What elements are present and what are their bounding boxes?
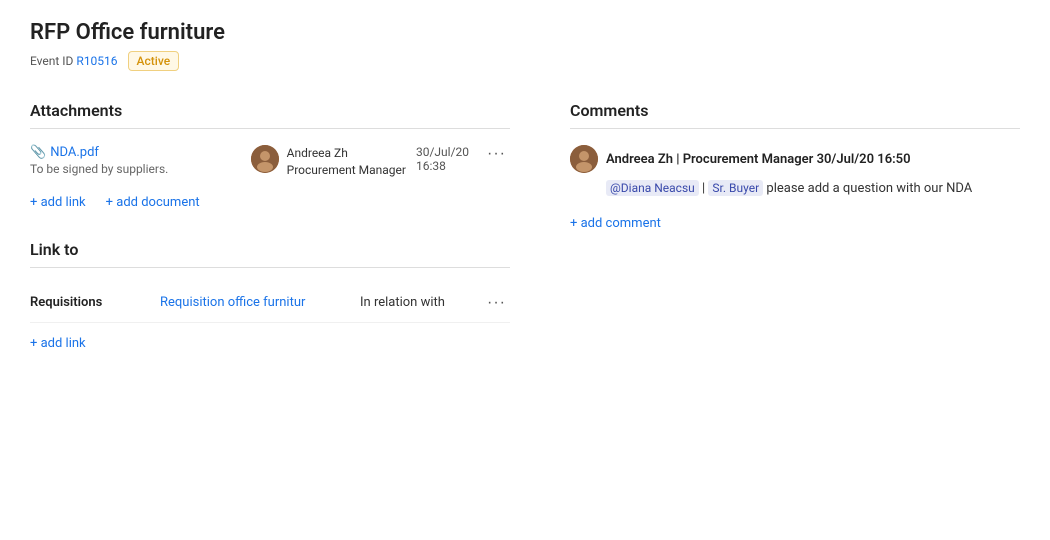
attachment-actions: + add link + add document: [30, 195, 510, 210]
link-menu-button[interactable]: ···: [483, 294, 510, 312]
user-name-role: Andreea Zh Procurement Manager: [287, 145, 406, 179]
add-document-button[interactable]: + add document: [106, 195, 200, 210]
link-type: Requisitions: [30, 295, 160, 310]
comment-avatar: [570, 145, 598, 173]
avatar: [251, 145, 279, 173]
link-to-title: Link to: [30, 240, 510, 268]
event-id-row: Event ID R10516 Active: [30, 51, 1020, 71]
add-comment-container: + add comment: [570, 215, 1020, 231]
link-relation: In relation with: [360, 295, 480, 310]
add-link-button[interactable]: + add link: [30, 195, 86, 210]
attachment-description: To be signed by suppliers.: [30, 162, 241, 176]
mention-role: Sr. Buyer: [708, 180, 763, 196]
comment-item: Andreea Zh | Procurement Manager 30/Jul/…: [570, 145, 1020, 199]
link-name[interactable]: Requisition office furnitur: [160, 295, 360, 310]
status-badge: Active: [128, 51, 180, 71]
event-id-label: Event ID R10516: [30, 54, 118, 68]
add-link-to-button[interactable]: + add link: [30, 336, 86, 351]
attachment-date: 30/Jul/20 16:38: [416, 145, 469, 173]
comment-header: Andreea Zh | Procurement Manager 30/Jul/…: [570, 145, 1020, 173]
mention-diana: @Diana Neacsu: [606, 180, 699, 196]
attachments-title: Attachments: [30, 101, 510, 129]
link-table-row: Requisitions Requisition office furnitur…: [30, 284, 510, 323]
page-title: RFP Office furniture: [30, 20, 1020, 45]
comments-title: Comments: [570, 101, 1020, 129]
add-comment-button[interactable]: + add comment: [570, 216, 661, 231]
comments-section: Comments Andreea Zh | Procurement Manage…: [570, 101, 1020, 231]
attachment-info: 📎 NDA.pdf To be signed by suppliers.: [30, 145, 241, 176]
link-to-section: Link to Requisitions Requisition office …: [30, 240, 510, 351]
paperclip-icon: 📎: [30, 145, 46, 160]
comment-author-date: Andreea Zh | Procurement Manager 30/Jul/…: [606, 152, 911, 167]
attachment-link[interactable]: 📎 NDA.pdf: [30, 145, 241, 160]
page-header: RFP Office furniture Event ID R10516 Act…: [30, 20, 1020, 71]
attachments-section: Attachments 📎 NDA.pdf To be signed by su…: [30, 101, 510, 210]
attachment-menu-button[interactable]: ···: [483, 145, 510, 163]
comment-body: @Diana Neacsu | Sr. Buyer please add a q…: [570, 179, 1020, 199]
link-to-add-actions: + add link: [30, 335, 510, 351]
link-table: Requisitions Requisition office furnitur…: [30, 284, 510, 323]
link-actions: ···: [480, 294, 510, 312]
left-column: Attachments 📎 NDA.pdf To be signed by su…: [30, 101, 550, 351]
attachment-user-info: Andreea Zh Procurement Manager: [251, 145, 406, 179]
attachment-item: 📎 NDA.pdf To be signed by suppliers.: [30, 145, 510, 179]
main-content: Attachments 📎 NDA.pdf To be signed by su…: [30, 101, 1020, 351]
event-id-value: R10516: [76, 54, 117, 68]
right-column: Comments Andreea Zh | Procurement Manage…: [550, 101, 1020, 351]
